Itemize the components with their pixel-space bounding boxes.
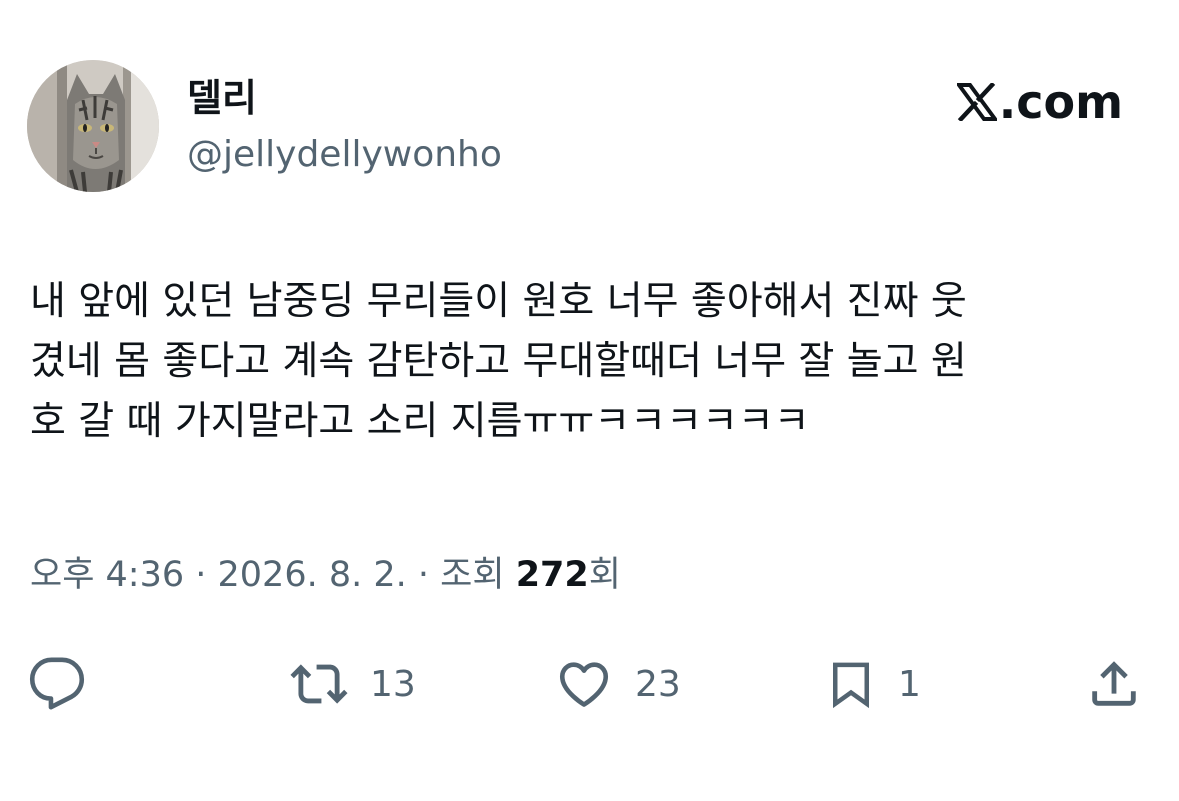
views-count: 272 — [515, 555, 589, 595]
tweet-date[interactable]: 2026. 8. 2. — [218, 553, 407, 597]
brand-watermark: .com — [956, 75, 1123, 129]
bookmark-button[interactable]: 1 — [824, 652, 921, 716]
reply-button[interactable] — [28, 652, 86, 716]
tweet-meta: 오후 4:36 · 2026. 8. 2. · 조회 272 회 — [30, 553, 621, 597]
heart-icon — [559, 662, 609, 707]
like-button[interactable]: 23 — [553, 652, 681, 716]
like-count: 23 — [635, 663, 681, 705]
share-icon — [1092, 661, 1136, 706]
repost-count: 13 — [370, 663, 416, 705]
action-bar: 13 23 1 — [0, 652, 1179, 716]
bookmark-count: 1 — [898, 663, 921, 705]
cat-avatar-image — [27, 60, 159, 192]
tweet-text: 내 앞에 있던 남중딩 무리들이 원호 너무 좋아해서 진짜 웃 겼네 몸 좋다… — [30, 279, 967, 444]
repost-button[interactable]: 13 — [288, 652, 416, 716]
meta-separator: · — [184, 555, 218, 595]
author-handle[interactable]: @jellydellywonho — [187, 134, 502, 176]
share-button[interactable] — [1085, 652, 1143, 716]
brand-domain-text: .com — [998, 75, 1123, 129]
bookmark-icon — [833, 662, 869, 709]
repost-icon — [290, 664, 348, 704]
meta-separator: · — [406, 555, 441, 595]
views-label: 조회 — [440, 555, 516, 595]
reply-icon — [29, 657, 85, 710]
views-suffix: 회 — [588, 555, 621, 595]
tweet-time[interactable]: 오후 4:36 — [30, 553, 184, 597]
author-display-name[interactable]: 델리 — [187, 76, 257, 120]
avatar[interactable] — [27, 60, 159, 192]
x-logo-icon — [956, 83, 997, 121]
